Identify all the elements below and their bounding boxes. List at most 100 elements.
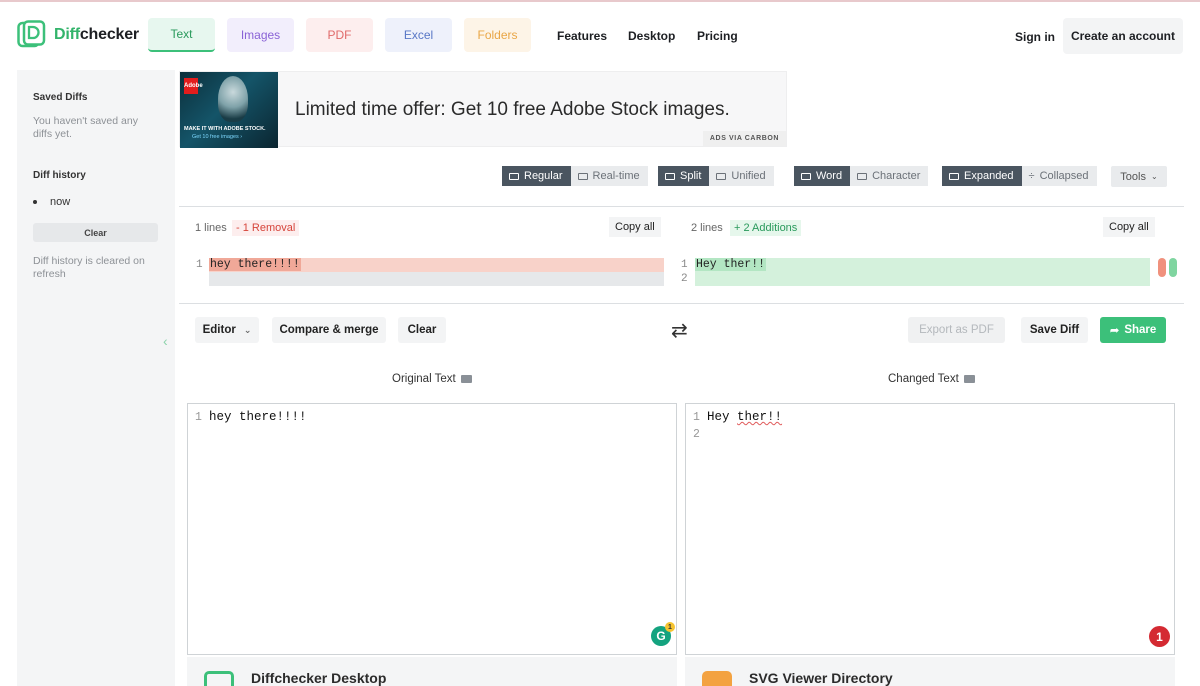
- realtime-toggle[interactable]: Real-time: [570, 166, 648, 186]
- history-item[interactable]: now: [33, 196, 70, 208]
- sidebar: Saved Diffs You haven't saved any diffs …: [17, 70, 175, 686]
- original-text-title: Original Text: [392, 373, 472, 385]
- adobe-logo-icon: Adobe: [184, 78, 203, 94]
- removal-badge: - 1 Removal: [232, 220, 300, 236]
- diff-left-text: hey there!!!!: [209, 258, 301, 271]
- realtime-icon: [577, 172, 588, 180]
- folder-icon[interactable]: [963, 375, 975, 383]
- clear-history-button[interactable]: Clear: [33, 223, 158, 242]
- diffchecker-desktop-icon: [204, 671, 234, 686]
- swap-icon[interactable]: ⇄: [671, 318, 688, 343]
- nav-features[interactable]: Features: [557, 29, 607, 43]
- original-text-content[interactable]: hey there!!!!: [209, 410, 307, 424]
- minimap-addition[interactable]: [1169, 258, 1177, 277]
- divider: [179, 303, 1184, 304]
- diff-history-title: Diff history: [33, 170, 86, 181]
- clear-button[interactable]: Clear: [398, 317, 446, 343]
- unified-toggle[interactable]: Unified: [709, 166, 774, 186]
- editor-line-number: 1: [693, 411, 700, 424]
- share-button[interactable]: ➦ Share: [1100, 317, 1166, 343]
- tools-dropdown[interactable]: Tools ⌄: [1111, 166, 1167, 187]
- ad-image-cta: Get 10 free images ›: [192, 134, 243, 140]
- diff-right-line-number-2: 2: [681, 273, 688, 285]
- svg-viewer-icon: [702, 671, 732, 686]
- divider: [179, 206, 1184, 207]
- sign-in-link[interactable]: Sign in: [1015, 30, 1055, 44]
- create-account-button[interactable]: Create an account: [1063, 18, 1183, 54]
- error-count-badge[interactable]: 1: [1149, 626, 1170, 647]
- ad-image-caption: MAKE IT WITH ADOBE STOCK.: [184, 126, 266, 132]
- saved-diffs-empty-text: You haven't saved any diffs yet.: [33, 115, 138, 140]
- editor-line-number: 1: [195, 411, 202, 424]
- word-icon: [801, 172, 811, 180]
- split-toggle[interactable]: Split: [658, 166, 710, 186]
- word-toggle[interactable]: Word: [794, 166, 851, 186]
- nav-desktop[interactable]: Desktop: [628, 29, 675, 43]
- spelling-error-word[interactable]: ther!!: [737, 410, 782, 424]
- ads-via-carbon[interactable]: ADS VIA CARBON: [703, 131, 786, 146]
- changed-text-title: Changed Text: [888, 373, 975, 385]
- copy-all-left-button[interactable]: Copy all: [609, 217, 661, 237]
- original-text-editor[interactable]: 1 hey there!!!!: [187, 403, 677, 655]
- granularity-toggle: Word Character: [794, 166, 929, 186]
- expanded-toggle[interactable]: Expanded: [942, 166, 1022, 186]
- tab-folders[interactable]: Folders: [464, 18, 531, 52]
- diff-right-text: Hey ther!!: [695, 258, 767, 271]
- ad-portrait: [218, 76, 248, 122]
- saved-diffs-title: Saved Diffs: [33, 92, 88, 103]
- promo-svg-title: SVG Viewer Directory: [749, 670, 893, 686]
- promo-desktop[interactable]: Diffchecker Desktop: [187, 657, 677, 686]
- nav-pricing[interactable]: Pricing: [697, 29, 738, 43]
- expanded-icon: [949, 172, 959, 180]
- save-diff-button[interactable]: Save Diff: [1021, 317, 1088, 343]
- copy-all-right-button[interactable]: Copy all: [1103, 217, 1155, 237]
- ad-image[interactable]: Adobe MAKE IT WITH ADOBE STOCK. Get 10 f…: [180, 72, 278, 148]
- split-icon: [665, 172, 675, 180]
- logo[interactable]: Diffchecker: [17, 20, 139, 49]
- layout-toggle: Split Unified: [658, 166, 774, 186]
- history-item-label: now: [50, 196, 71, 208]
- chevron-down-icon: ⌄: [1150, 172, 1158, 181]
- changed-text-editor[interactable]: 1 2 Hey ther!!: [685, 403, 1175, 655]
- tab-pdf[interactable]: PDF: [306, 18, 373, 52]
- diff-left-line-number: 1: [196, 259, 203, 271]
- collapsed-toggle[interactable]: ÷ Collapsed: [1021, 166, 1097, 186]
- editor-line-number: 2: [693, 428, 700, 441]
- right-line-count: 2 lines: [691, 222, 723, 234]
- compare-merge-button[interactable]: Compare & merge: [272, 317, 386, 343]
- share-icon: ➦: [1109, 325, 1120, 337]
- diff-right-added-lines: Hey ther!!: [695, 258, 1150, 286]
- diff-right-line-number-1: 1: [681, 259, 688, 271]
- collapsed-icon: ÷: [1028, 170, 1035, 182]
- diff-left-removed-line: hey there!!!!: [209, 258, 664, 272]
- character-icon: [857, 172, 868, 180]
- tab-excel[interactable]: Excel: [385, 18, 452, 52]
- regular-toggle[interactable]: Regular: [502, 166, 571, 186]
- header: Diffchecker Text Images PDF Excel Folder…: [0, 2, 1200, 68]
- left-line-count: 1 lines: [195, 222, 227, 234]
- ad-banner[interactable]: Adobe MAKE IT WITH ADOBE STOCK. Get 10 f…: [179, 71, 787, 148]
- addition-badge: + 2 Additions: [730, 220, 802, 236]
- logo-text: Diffchecker: [54, 25, 139, 43]
- ad-headline[interactable]: Limited time offer: Get 10 free Adobe St…: [295, 99, 730, 121]
- unified-icon: [716, 172, 727, 180]
- folder-icon[interactable]: [460, 375, 472, 383]
- promo-desktop-title: Diffchecker Desktop: [251, 670, 387, 686]
- changed-text-content[interactable]: Hey ther!!: [707, 410, 782, 424]
- grammarly-count-badge: 1: [665, 622, 675, 632]
- tab-text[interactable]: Text: [148, 18, 215, 52]
- view-toggle: Expanded ÷ Collapsed: [942, 166, 1097, 186]
- editor-dropdown[interactable]: Editor ⌄: [195, 317, 259, 343]
- collapse-sidebar-icon[interactable]: ‹: [163, 333, 168, 349]
- export-pdf-button[interactable]: Export as PDF: [908, 317, 1005, 343]
- minimap-removal[interactable]: [1158, 258, 1166, 277]
- regular-icon: [509, 172, 519, 180]
- diff-left-empty-line: [209, 272, 664, 286]
- history-cleared-note: Diff history is cleared on refresh: [33, 255, 145, 280]
- mode-toggle: Regular Real-time: [502, 166, 648, 186]
- chevron-down-icon: ⌄: [243, 324, 252, 335]
- bullet-icon: [33, 200, 37, 204]
- promo-svg-viewer[interactable]: SVG Viewer Directory: [685, 657, 1175, 686]
- tab-images[interactable]: Images: [227, 18, 294, 52]
- character-toggle[interactable]: Character: [850, 166, 929, 186]
